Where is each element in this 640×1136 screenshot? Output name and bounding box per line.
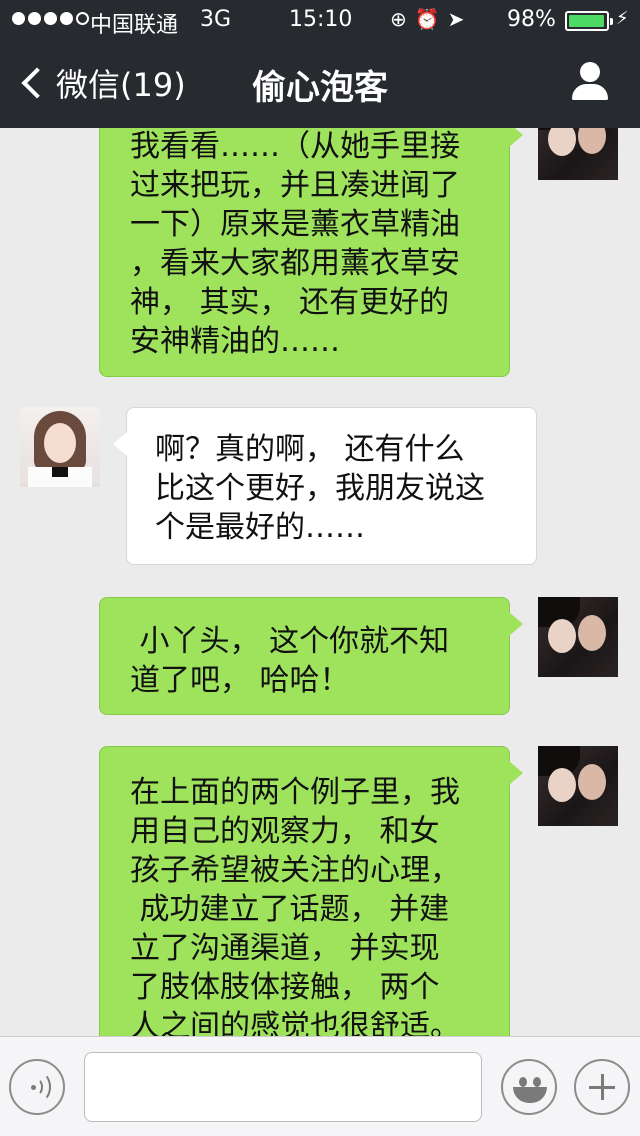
clock: 15:10 — [289, 7, 353, 32]
battery-icon — [565, 11, 613, 31]
status-bar: 中国联通 3G 15:10 ⊕ ⏰ ➤ 98% ⚡ — [0, 0, 640, 40]
message-line: 神， 其实， 还有更好的 — [130, 285, 450, 320]
message-bubble-outgoing[interactable]: 我看看……（从她手里接 过来把玩，并且凑进闻了 一下）原来是薰衣草精油 ，看来大… — [99, 128, 523, 377]
message-line: 安神精油的…… — [130, 324, 340, 359]
input-bar — [0, 1036, 640, 1136]
message-line: 比这个更好，我朋友说这 — [155, 471, 485, 506]
back-button[interactable]: 微信(19) — [18, 60, 186, 106]
message-line: 啊？真的啊， 还有什么 — [155, 432, 465, 467]
my-avatar[interactable] — [538, 128, 618, 180]
message-bubble-outgoing[interactable]: 在上面的两个例子里，我 用自己的观察力， 和女 孩子希望被关注的心理， 成功建立… — [99, 746, 523, 1036]
more-button[interactable] — [574, 1059, 630, 1115]
message-input[interactable] — [84, 1052, 482, 1122]
message-line: 道了吧， 哈哈！ — [130, 663, 350, 698]
back-label: 微信(19) — [56, 66, 186, 104]
message-line: 人之间的感觉也很舒适。 — [130, 1009, 460, 1036]
message-line: 我看看……（从她手里接 — [130, 129, 460, 164]
profile-icon[interactable] — [570, 62, 610, 102]
message-line: 在上面的两个例子里，我 — [130, 775, 460, 810]
message-list[interactable]: 我看看……（从她手里接 过来把玩，并且凑进闻了 一下）原来是薰衣草精油 ，看来大… — [0, 128, 640, 1036]
message-line: 孩子希望被关注的心理， — [130, 853, 460, 888]
message-line: 成功建立了话题， 并建 — [130, 892, 450, 927]
alarm-icon: ⏰ — [414, 7, 440, 31]
network-label: 3G — [200, 7, 232, 32]
nav-bar: 微信(19) 偷心泡客 — [0, 40, 640, 128]
message-bubble-outgoing[interactable]: 小丫头， 这个你就不知 道了吧， 哈哈！ — [99, 597, 523, 715]
carrier-label: 中国联通 — [90, 13, 179, 38]
chat-screen: 中国联通 3G 15:10 ⊕ ⏰ ➤ 98% ⚡ 微信(19) 偷心泡客 我看… — [0, 0, 640, 1136]
message-line: 个是最好的…… — [155, 510, 365, 545]
my-avatar[interactable] — [538, 746, 618, 826]
rotation-lock-icon: ⊕ — [390, 7, 407, 31]
message-line: 用自己的观察力， 和女 — [130, 814, 440, 849]
contact-avatar[interactable] — [20, 407, 100, 487]
header: 中国联通 3G 15:10 ⊕ ⏰ ➤ 98% ⚡ 微信(19) 偷心泡客 — [0, 0, 640, 128]
my-avatar[interactable] — [538, 597, 618, 677]
message-line: 了肢体肢体接触， 两个 — [130, 970, 440, 1005]
message-line: 小丫头， 这个你就不知 — [130, 624, 450, 659]
message-line: ，看来大家都用薰衣草安 — [130, 246, 460, 281]
message-line: 立了沟通渠道， 并实现 — [130, 931, 440, 966]
chevron-left-icon — [21, 67, 53, 99]
voice-button[interactable] — [9, 1059, 65, 1115]
signal-dots-icon — [12, 12, 89, 25]
message-line: 一下）原来是薰衣草精油 — [130, 207, 460, 242]
message-bubble-incoming[interactable]: 啊？真的啊， 还有什么 比这个更好，我朋友说这 个是最好的…… — [113, 407, 537, 565]
location-icon: ➤ — [447, 7, 465, 31]
message-line: 过来把玩，并且凑进闻了 — [130, 168, 460, 203]
emoji-button[interactable] — [501, 1059, 557, 1115]
battery-percent: 98% — [507, 7, 556, 32]
charging-icon: ⚡ — [616, 8, 629, 29]
